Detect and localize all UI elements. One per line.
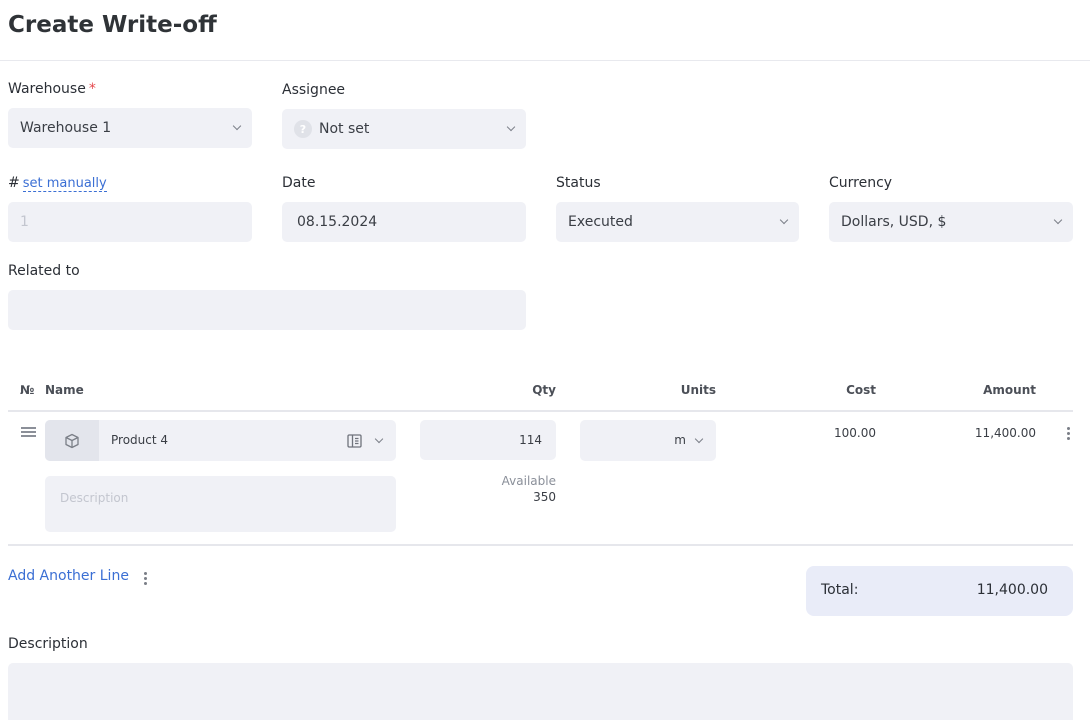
chevron-down-icon — [1053, 215, 1063, 225]
chevron-down-icon — [694, 434, 704, 444]
chevron-down-icon — [506, 122, 516, 132]
units-value: m — [674, 433, 686, 447]
assignee-select[interactable]: ? Not set — [282, 109, 526, 149]
table-header-divider — [8, 410, 1073, 412]
chevron-down-icon[interactable] — [374, 434, 384, 444]
set-manually-link[interactable]: set manually — [22, 176, 107, 192]
chevron-down-icon — [779, 215, 789, 225]
column-header-cost: Cost — [846, 383, 876, 397]
avatar-placeholder-icon: ? — [294, 120, 312, 138]
column-header-units: Units — [680, 383, 716, 397]
warehouse-label: Warehouse * — [8, 81, 96, 97]
date-value: 08.15.2024 — [297, 214, 378, 230]
row-kebab-icon[interactable] — [1067, 427, 1071, 442]
cost-value: 100.00 — [834, 426, 876, 440]
product-name: Product 4 — [111, 433, 169, 447]
currency-value: Dollars, USD, $ — [841, 214, 947, 230]
warehouse-value: Warehouse 1 — [20, 120, 112, 136]
qty-input[interactable]: 114 — [420, 420, 556, 460]
date-label: Date — [282, 175, 316, 191]
warehouse-select[interactable]: Warehouse 1 — [8, 108, 252, 148]
total-label: Total: — [821, 582, 859, 598]
number-value: 1 — [20, 214, 29, 230]
description-textarea[interactable] — [8, 663, 1073, 720]
total-value: 11,400.00 — [976, 582, 1048, 598]
required-mark: * — [88, 81, 96, 97]
related-label: Related to — [8, 263, 80, 279]
page-title: Create Write-off — [8, 12, 217, 38]
status-value: Executed — [568, 214, 633, 230]
status-select[interactable]: Executed — [556, 202, 799, 242]
assignee-value: Not set — [319, 121, 370, 137]
date-field[interactable]: 08.15.2024 — [282, 202, 526, 242]
qty-value: 114 — [519, 433, 542, 447]
status-label: Status — [556, 175, 601, 191]
amount-value: 11,400.00 — [974, 426, 1036, 440]
line-description-placeholder: Description — [60, 491, 129, 505]
number-field[interactable]: 1 — [8, 202, 252, 242]
related-field[interactable] — [8, 290, 526, 330]
units-select[interactable]: m — [580, 420, 716, 461]
add-another-line-link[interactable]: Add Another Line — [8, 568, 129, 584]
description-label: Description — [8, 636, 88, 652]
product-select[interactable]: Product 4 — [45, 420, 396, 461]
catalog-icon[interactable] — [347, 433, 362, 452]
total-summary: Total: 11,400.00 — [806, 566, 1073, 616]
table-footer-divider — [8, 544, 1073, 546]
chevron-down-icon — [232, 121, 242, 131]
available-value: 350 — [533, 490, 556, 504]
warehouse-label-text: Warehouse — [8, 81, 86, 97]
currency-label: Currency — [829, 175, 893, 191]
add-line-kebab-icon[interactable] — [144, 572, 148, 587]
assignee-label: Assignee — [282, 82, 346, 98]
column-header-number: № — [20, 383, 35, 397]
column-header-qty: Qty — [532, 383, 556, 397]
header-divider — [0, 60, 1090, 61]
available-label: Available — [501, 474, 556, 488]
drag-handle-icon[interactable] — [21, 427, 36, 439]
number-label-text: # — [8, 175, 20, 191]
cube-icon — [45, 420, 99, 461]
column-header-amount: Amount — [983, 383, 1036, 397]
number-label: # set manually — [8, 175, 107, 192]
column-header-name: Name — [45, 383, 84, 397]
line-description-input[interactable]: Description — [45, 476, 396, 532]
currency-select[interactable]: Dollars, USD, $ — [829, 202, 1073, 242]
